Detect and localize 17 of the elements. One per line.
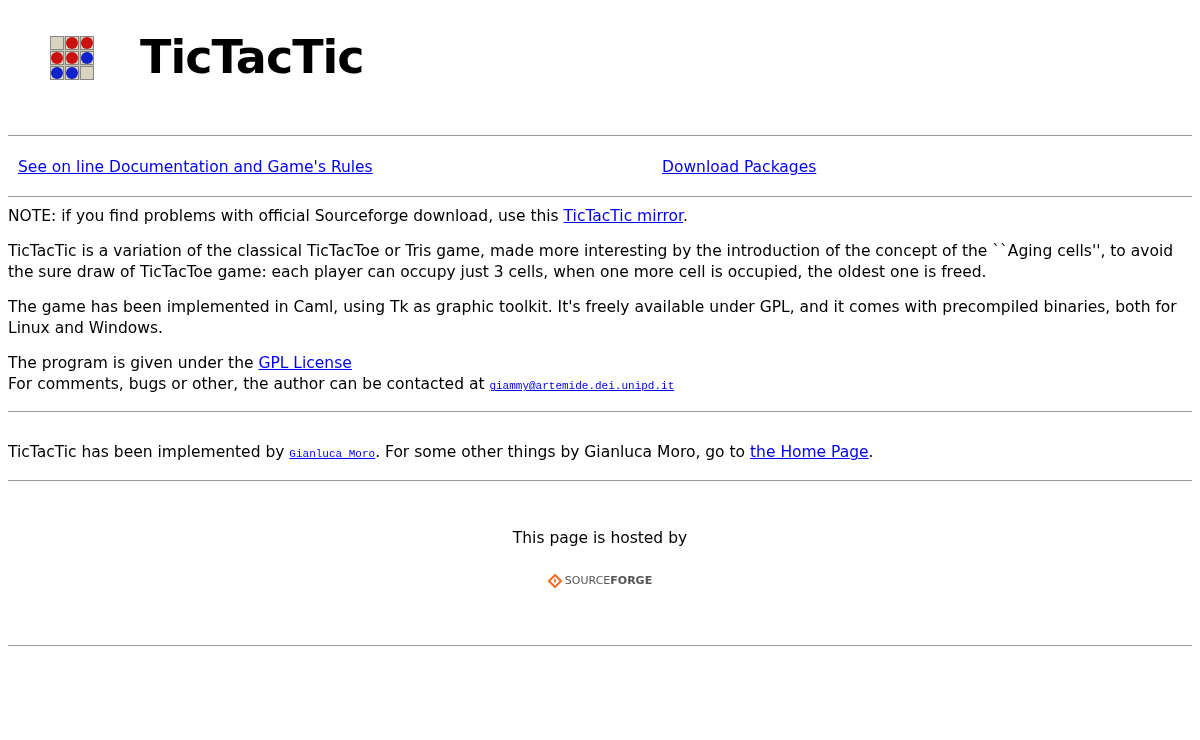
- author-paragraph: TicTacTic has been implemented by Gianluca Moro. For some other things by Gianluca Moro, go to the Home Page.: [8, 442, 875, 464]
- text-link[interactable]: TicTacTic mirror: [563, 207, 684, 226]
- paragraph: TicTacTic is a variation of the classical TicTacToe or Tris game, made more interesting by the introduction of the concept of the ``Aging cells'', to avoid the sure draw of TicTacToe game: each player can occupy just 3 cells, when one more cell is occupied, the oldest one is freed.: [8, 241, 1175, 284]
- paragraph: The game has been implemented in Caml, using Tk as graphic toolkit. It's freely available under GPL, and it comes with precompiled binaries, both for Linux and Windows.: [8, 297, 1178, 340]
- text-link[interactable]: GPL License: [258, 354, 352, 373]
- sourceforge-logo[interactable]: SOURCEFORGE: [547, 572, 653, 590]
- text-link[interactable]: giammy@artemide.dei.unipd.it: [489, 380, 675, 393]
- download-link[interactable]: Download Packages: [662, 158, 817, 177]
- diamond-icon: [547, 573, 562, 588]
- documentation-link[interactable]: See on line Documentation and Game's Rules: [18, 158, 373, 177]
- text-link[interactable]: the Home Page: [750, 443, 869, 462]
- page-title: TicTacTic: [140, 30, 364, 86]
- game-board-icon: [50, 35, 94, 80]
- license-paragraph: The program is given under the GPL License For comments, bugs or other, the author can be contacted at giammy@artemide.dei.unipd.it: [8, 353, 676, 396]
- text-link[interactable]: Gianluca Moro: [289, 448, 376, 461]
- paragraph: NOTE: if you find problems with official Sourceforge download, use this TicTacTic mirror.: [8, 206, 689, 228]
- hosted-text: This page is hosted by: [512, 529, 688, 548]
